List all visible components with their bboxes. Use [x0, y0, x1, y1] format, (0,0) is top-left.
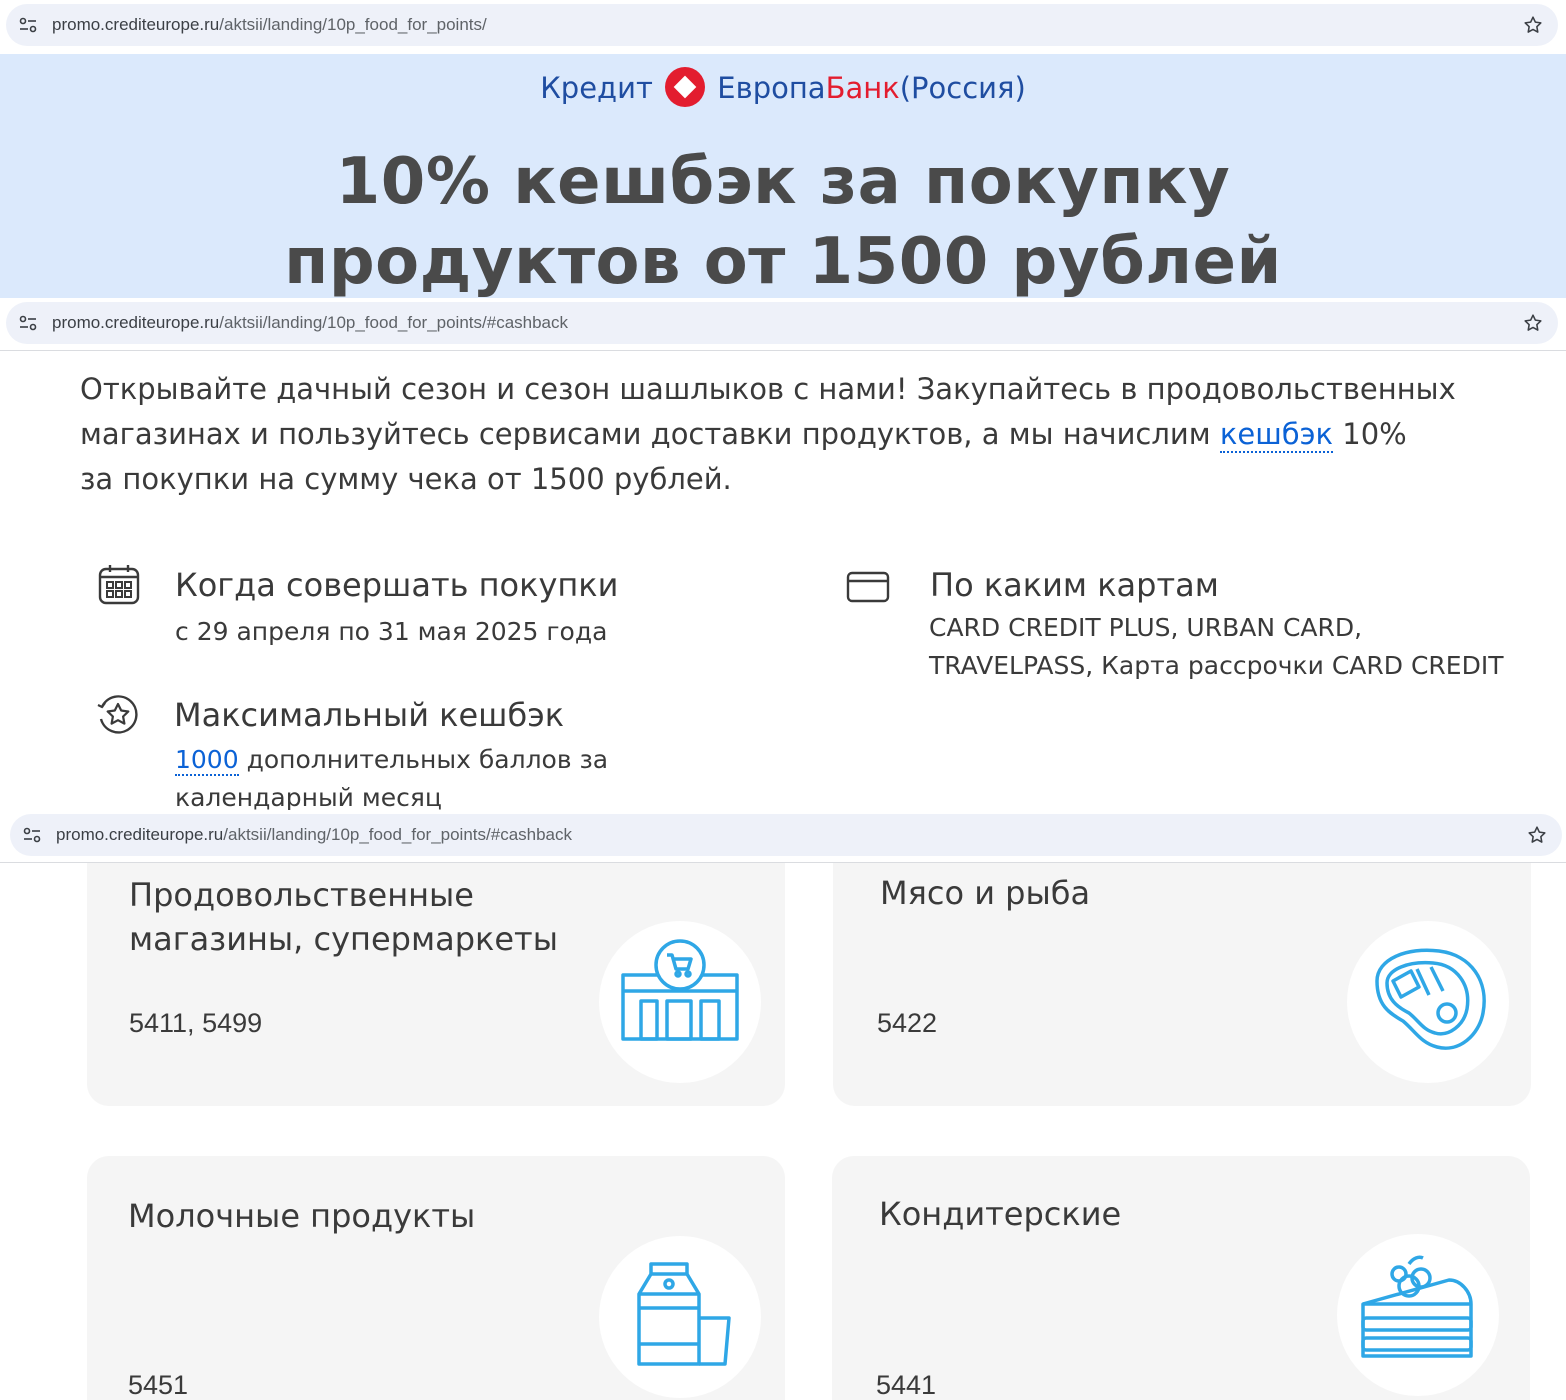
category-card-supermarkets: Продовольственные магазины, супермаркеты … [87, 863, 785, 1106]
category-mcc-codes: 5422 [877, 1008, 938, 1038]
max-cashback-amount[interactable]: 1000 [175, 745, 239, 776]
categories-section: Продовольственные магазины, супермаркеты … [0, 862, 1566, 1400]
hero-banner: Кредит ЕвропаБанк(Россия) 10% кешбэк за … [0, 54, 1566, 302]
category-mcc-codes: 5451 [128, 1370, 189, 1400]
bank-logo[interactable]: Кредит ЕвропаБанк(Россия) [0, 66, 1566, 108]
bookmark-star-icon[interactable] [1522, 312, 1544, 334]
site-settings-icon[interactable] [18, 314, 38, 332]
bookmark-star-icon[interactable] [1522, 14, 1544, 36]
site-settings-icon[interactable] [22, 826, 42, 844]
category-card-dairy: Молочные продукты 5451 [87, 1156, 785, 1400]
promo-details-section: Открывайте дачный сезон и сезон шашлыков… [0, 350, 1566, 810]
url-field[interactable]: promo.crediteurope.ru/aktsii/landing/10p… [10, 814, 1562, 856]
steak-icon [1375, 948, 1486, 1050]
bookmark-star-icon[interactable] [1526, 824, 1548, 846]
category-card-confectionery: Кондитерские 5441 [832, 1156, 1530, 1400]
cards-title: По каким картам [930, 566, 1219, 604]
category-title: Молочные продукты [128, 1197, 476, 1235]
category-mcc-codes: 5411, 5499 [129, 1008, 263, 1038]
site-settings-icon[interactable] [18, 16, 38, 34]
cashback-link[interactable]: кешбэк [1219, 417, 1334, 453]
address-bar: promo.crediteurope.ru/aktsii/landing/10p… [0, 810, 1566, 860]
category-title: Мясо и рыба [880, 874, 1091, 912]
max-cashback-title: Максимальный кешбэк [174, 696, 565, 734]
credit-card-icon [846, 571, 890, 603]
when-text: с 29 апреля по 31 мая 2025 года [175, 617, 608, 646]
bank-logo-mark-icon [665, 67, 706, 107]
max-cashback-text: 1000 дополнительных баллов за календарный… [175, 745, 609, 810]
category-title: Кондитерские [879, 1195, 1122, 1233]
url-text: promo.crediteurope.ru/aktsii/landing/10p… [52, 15, 487, 34]
url-text: promo.crediteurope.ru/aktsii/landing/10p… [52, 313, 569, 332]
hero-title: 10% кешбэк за покупку продуктов от 1500 … [284, 145, 1282, 299]
category-icon-circle [1337, 1234, 1499, 1396]
category-icon-circle [599, 1236, 761, 1398]
category-icon-circle [599, 921, 761, 1083]
supermarket-icon [621, 939, 739, 1041]
calendar-icon [98, 565, 140, 605]
url-field[interactable]: promo.crediteurope.ru/aktsii/landing/10p… [6, 4, 1558, 46]
when-title: Когда совершать покупки [175, 566, 619, 604]
address-bar: promo.crediteurope.ru/aktsii/landing/10p… [0, 0, 1566, 50]
category-icon-circle [1347, 921, 1509, 1083]
milk-icon [637, 1262, 731, 1366]
intro-text: Открывайте дачный сезон и сезон шашлыков… [80, 372, 1456, 496]
address-bar: promo.crediteurope.ru/aktsii/landing/10p… [0, 298, 1566, 348]
url-text: promo.crediteurope.ru/aktsii/landing/10p… [56, 825, 573, 844]
url-field[interactable]: promo.crediteurope.ru/aktsii/landing/10p… [6, 302, 1558, 344]
category-mcc-codes: 5441 [876, 1370, 937, 1400]
category-title: Продовольственные магазины, супермаркеты [129, 876, 558, 958]
category-card-meat-fish: Мясо и рыба 5422 [833, 863, 1531, 1106]
star-badge-icon [97, 695, 138, 734]
cards-text: CARD CREDIT PLUS, URBAN CARD, TRAVELPASS,… [929, 613, 1504, 680]
cake-icon [1361, 1255, 1473, 1358]
